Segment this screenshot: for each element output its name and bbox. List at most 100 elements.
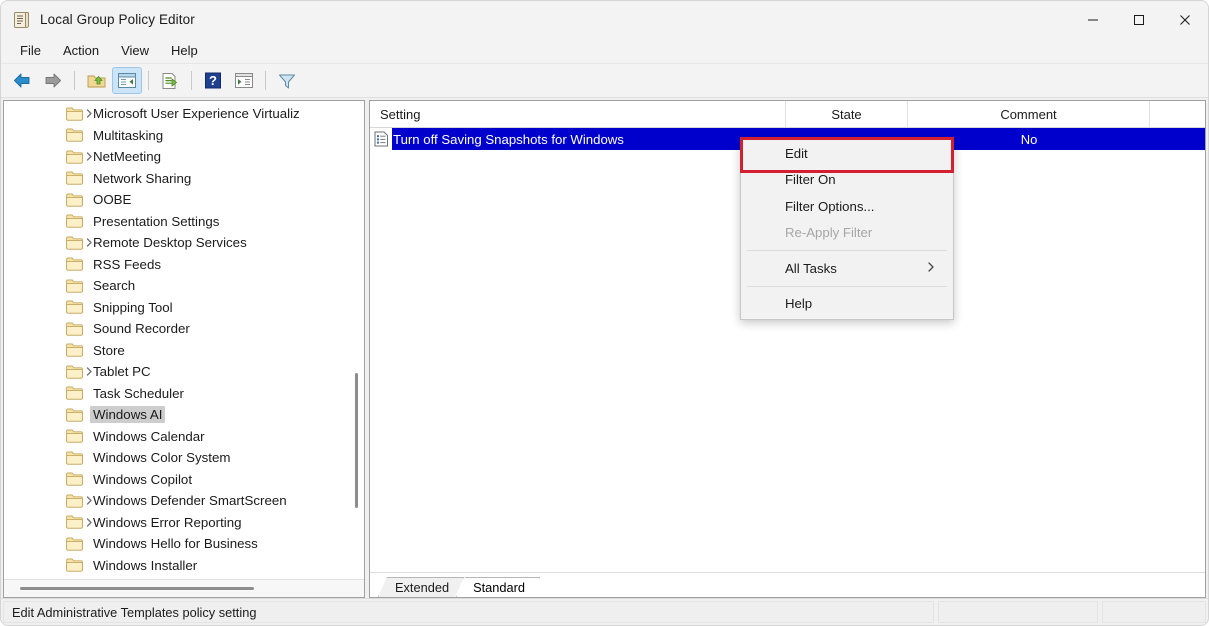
context-menu-item-edit[interactable]: Edit [741, 140, 953, 167]
tree-item-windows-hello-for-business[interactable]: Windows Hello for Business [4, 533, 364, 555]
chevron-right-icon[interactable] [83, 237, 95, 249]
column-header-comment[interactable]: Comment [908, 101, 1150, 127]
tab-standard[interactable]: Standard [456, 577, 540, 597]
close-button[interactable] [1162, 1, 1208, 38]
back-icon[interactable] [7, 67, 37, 94]
tree-list: Microsoft User Experience Virtualiz Multi… [4, 101, 364, 576]
policy-scroll-icon [11, 10, 31, 30]
folder-icon [66, 408, 83, 422]
tree-item-sound-recorder[interactable]: Sound Recorder [4, 318, 364, 340]
tree-item-microsoft-user-experience-virtualiz[interactable]: Microsoft User Experience Virtualiz [4, 103, 364, 125]
chevron-right-icon[interactable] [83, 366, 95, 378]
chevron-right-icon[interactable] [83, 108, 95, 120]
tree-item-label: Windows Hello for Business [93, 536, 258, 552]
folder-icon [66, 558, 83, 572]
up-folder-icon[interactable] [81, 67, 111, 94]
window-controls [1070, 1, 1208, 38]
tree-item-presentation-settings[interactable]: Presentation Settings [4, 211, 364, 233]
tree-item-remote-desktop-services[interactable]: Remote Desktop Services [4, 232, 364, 254]
menu-help[interactable]: Help [160, 40, 209, 61]
tree-item-windows-installer[interactable]: Windows Installer [4, 555, 364, 577]
folder-icon [66, 257, 83, 271]
chevron-right-icon[interactable] [83, 516, 95, 528]
svg-text:?: ? [209, 73, 217, 88]
tree-item-rss-feeds[interactable]: RSS Feeds [4, 254, 364, 276]
toolbar-separator [74, 71, 75, 90]
menu-view[interactable]: View [110, 40, 160, 61]
folder-icon [66, 429, 83, 443]
context-menu: Edit Filter On Filter Options... Re-Apply F… [740, 138, 954, 320]
maximize-button[interactable] [1116, 1, 1162, 38]
tree-item-multitasking[interactable]: Multitasking [4, 125, 364, 147]
chevron-right-icon[interactable] [83, 151, 95, 163]
forward-icon[interactable] [38, 67, 68, 94]
column-header-state[interactable]: State [786, 101, 908, 127]
tree-vscroll-thumb[interactable] [355, 373, 358, 508]
tree-item-label: Search [93, 278, 136, 294]
tree-item-label: Tablet PC [93, 364, 151, 380]
tab-extended[interactable]: Extended [378, 577, 464, 597]
tree-item-windows-defender-smartscreen[interactable]: Windows Defender SmartScreen [4, 490, 364, 512]
filter-icon[interactable] [272, 67, 302, 94]
menu-file[interactable]: File [9, 40, 52, 61]
tree-item-network-sharing[interactable]: Network Sharing [4, 168, 364, 190]
status-bar: Edit Administrative Templates policy set… [1, 598, 1208, 625]
tree-item-windows-error-reporting[interactable]: Windows Error Reporting [4, 512, 364, 534]
tree-item-tablet-pc[interactable]: Tablet PC [4, 361, 364, 383]
content-area: Microsoft User Experience Virtualiz Multi… [1, 98, 1208, 598]
folder-icon [66, 150, 83, 164]
window-title: Local Group Policy Editor [40, 12, 195, 27]
context-menu-item-filter-on[interactable]: Filter On [741, 167, 953, 194]
folder-icon [66, 236, 83, 250]
tree-item-label: Presentation Settings [93, 213, 220, 229]
context-menu-item-help[interactable]: Help [741, 291, 953, 318]
row-setting-name: Turn off Saving Snapshots for Windows [393, 131, 624, 147]
context-menu-item-label: Re-Apply Filter [785, 225, 873, 241]
folder-icon [66, 300, 83, 314]
console-tree-pane: Microsoft User Experience Virtualiz Multi… [3, 100, 365, 598]
export-list-icon[interactable] [155, 67, 185, 94]
show-hide-action-pane-icon[interactable] [229, 67, 259, 94]
tree-item-windows-copilot[interactable]: Windows Copilot [4, 469, 364, 491]
chevron-right-icon[interactable] [83, 495, 95, 507]
tree-item-windows-color-system[interactable]: Windows Color System [4, 447, 364, 469]
tree-hscroll-thumb[interactable] [20, 587, 254, 590]
folder-icon [66, 193, 83, 207]
chevron-right-icon [927, 262, 935, 275]
context-menu-item-all-tasks[interactable]: All Tasks [741, 255, 953, 282]
folder-icon [66, 279, 83, 293]
tree-item-windows-calendar[interactable]: Windows Calendar [4, 426, 364, 448]
toolbar-separator [265, 71, 266, 90]
context-menu-separator [747, 285, 947, 287]
menu-bar: File Action View Help [1, 38, 1208, 64]
tree-item-netmeeting[interactable]: NetMeeting [4, 146, 364, 168]
tree-item-task-scheduler[interactable]: Task Scheduler [4, 383, 364, 405]
tree-vertical-scrollbar[interactable] [351, 103, 362, 577]
tree-item-search[interactable]: Search [4, 275, 364, 297]
context-menu-item-filter-options[interactable]: Filter Options... [741, 193, 953, 220]
minimize-button[interactable] [1070, 1, 1116, 38]
toolbar-separator [148, 71, 149, 90]
tree-item-snipping-tool[interactable]: Snipping Tool [4, 297, 364, 319]
tree-item-store[interactable]: Store [4, 340, 364, 362]
show-hide-console-tree-icon[interactable] [112, 67, 142, 94]
context-menu-item-label: All Tasks [785, 260, 837, 276]
menu-action[interactable]: Action [52, 40, 110, 61]
folder-icon [66, 494, 83, 508]
column-header-setting[interactable]: Setting [370, 101, 786, 127]
context-menu-separator [747, 250, 947, 251]
tree-item-label: OOBE [93, 192, 132, 208]
tree-item-label: Network Sharing [93, 170, 192, 186]
context-menu-item-label: Help [785, 296, 813, 312]
title-bar: Local Group Policy Editor [1, 1, 1208, 38]
context-menu-item-re-apply-filter: Re-Apply Filter [741, 220, 953, 247]
tree-item-label: Snipping Tool [93, 299, 173, 315]
tree-scroll-area: Microsoft User Experience Virtualiz Multi… [4, 101, 364, 579]
help-icon[interactable]: ? [198, 67, 228, 94]
tree-item-windows-ai[interactable]: Windows AI [4, 404, 364, 426]
view-tabs: Extended Standard [370, 572, 1205, 597]
tree-item-label: Remote Desktop Services [93, 235, 247, 251]
tree-item-oobe[interactable]: OOBE [4, 189, 364, 211]
tree-horizontal-scrollbar[interactable] [4, 579, 364, 597]
tree-item-label: Microsoft User Experience Virtualiz [93, 106, 300, 122]
